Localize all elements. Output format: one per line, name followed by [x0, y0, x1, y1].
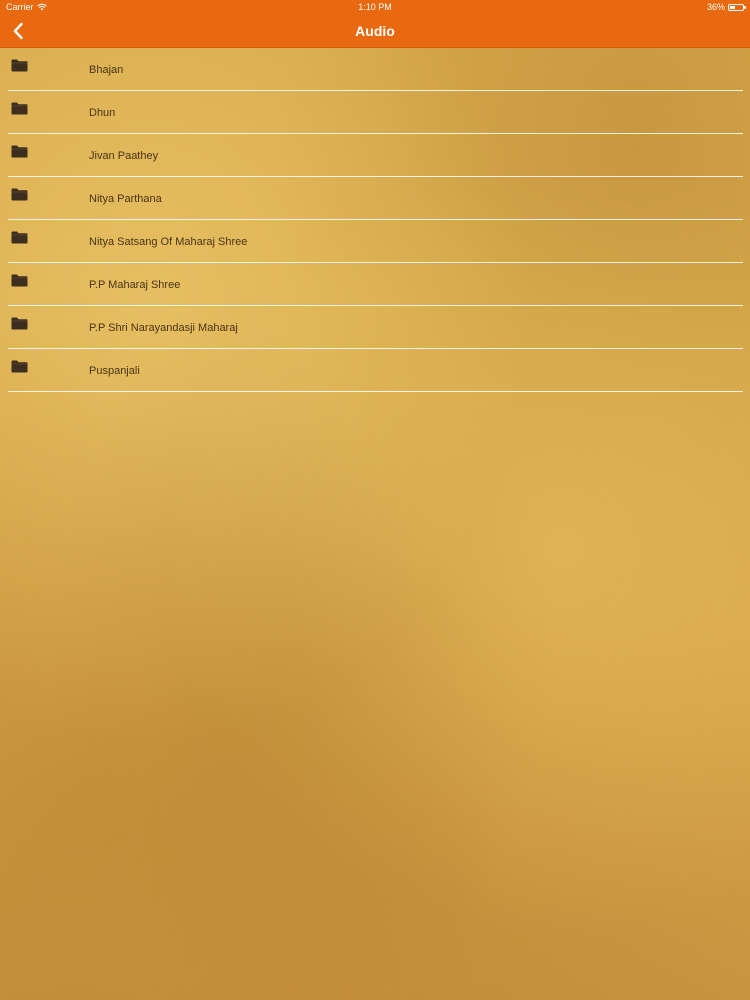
folder-icon — [11, 360, 28, 373]
list-item[interactable]: P.P Maharaj Shree — [8, 263, 743, 306]
list-item[interactable]: Bhajan — [8, 48, 743, 91]
carrier-label: Carrier — [6, 2, 34, 12]
navigation-bar: Audio — [0, 14, 750, 48]
status-bar: Carrier 1:10 PM 36% — [0, 0, 750, 14]
list-item[interactable]: Puspanjali — [8, 349, 743, 392]
list-item[interactable]: Nitya Parthana — [8, 177, 743, 220]
list-item-label: Bhajan — [89, 64, 124, 76]
chevron-left-icon — [13, 22, 23, 40]
battery-fill — [730, 5, 736, 9]
folder-icon — [11, 274, 28, 287]
list-item[interactable]: Nitya Satsang Of Maharaj Shree — [8, 220, 743, 263]
wifi-icon — [36, 3, 47, 11]
battery-percent: 36% — [706, 2, 725, 12]
folder-icon — [11, 231, 28, 244]
folder-icon — [11, 188, 28, 201]
list-item-label: Puspanjali — [89, 365, 140, 377]
status-left: Carrier — [6, 2, 47, 12]
list-item-label: Nitya Satsang Of Maharaj Shree — [89, 236, 248, 248]
list-item[interactable]: P.P Shri Narayandasji Maharaj — [8, 306, 743, 349]
list-item[interactable]: Jivan Paathey — [8, 134, 743, 177]
battery-icon — [728, 3, 746, 11]
folder-icon — [11, 317, 28, 330]
back-button[interactable] — [6, 17, 30, 45]
folder-icon — [11, 59, 28, 72]
list-item-label: P.P Shri Narayandasji Maharaj — [89, 322, 238, 334]
folder-list: Bhajan Dhun Jivan Paathey Nitya Parthana Nit… — [8, 48, 743, 392]
list-item-label: Dhun — [89, 107, 116, 119]
status-right: 36% — [706, 2, 746, 12]
list-item-label: Jivan Paathey — [89, 150, 159, 162]
status-time: 1:10 PM — [358, 2, 392, 12]
folder-icon — [11, 145, 28, 158]
list-item-label: P.P Maharaj Shree — [89, 279, 181, 291]
list-item[interactable]: Dhun — [8, 91, 743, 134]
folder-icon — [11, 102, 28, 115]
list-item-label: Nitya Parthana — [89, 193, 162, 205]
page-title: Audio — [355, 22, 395, 39]
